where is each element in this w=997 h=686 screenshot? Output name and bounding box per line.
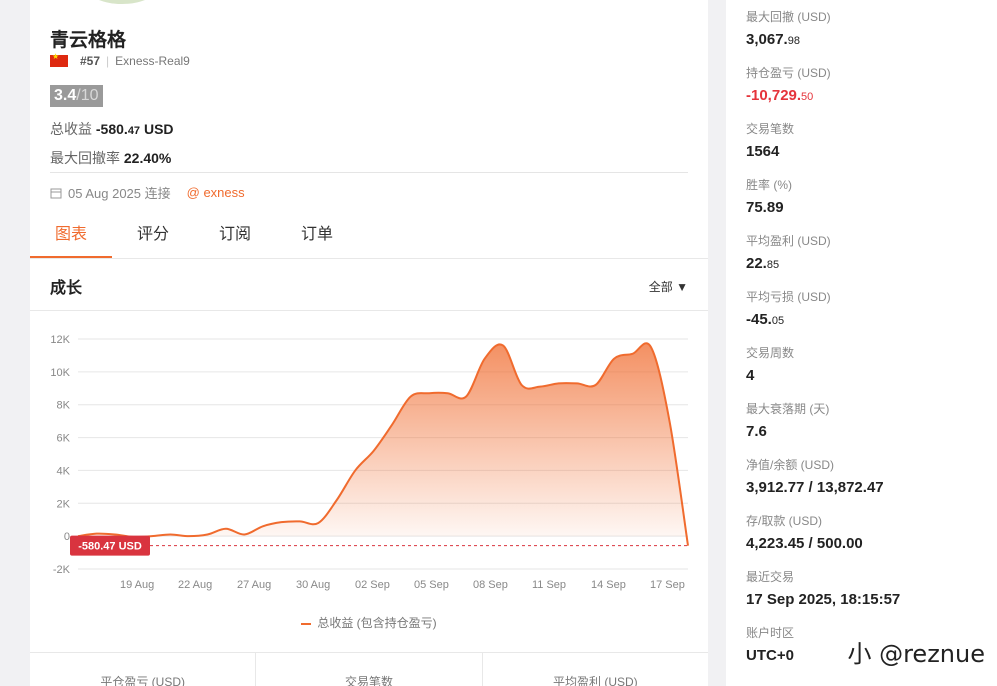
- y-tick-label: 12K: [50, 334, 70, 346]
- growth-area: [78, 343, 688, 546]
- trader-meta: #57 | Exness-Real9: [50, 52, 190, 68]
- x-tick-label: 17 Sep: [650, 579, 685, 591]
- calendar-icon: [50, 188, 62, 198]
- score-max: /10: [76, 87, 99, 104]
- metric-max-drawdown: 最大回撤 (USD) 3,067.98: [746, 10, 831, 48]
- score-value: 3.4: [54, 87, 77, 104]
- chart-legend[interactable]: 总收益 (包含持仓盈亏): [30, 614, 708, 631]
- max-drawdown-value: 22.40%: [123, 150, 172, 166]
- caret-down-icon: ▼: [676, 280, 688, 294]
- max-drawdown-line: 最大回撤率 22.40%: [50, 148, 171, 168]
- trader-name: 青云格格: [50, 30, 127, 51]
- metric-trade-count: 交易笔数 1564: [746, 122, 795, 160]
- metric-max-decline-period: 最大衰落期 (天) 7.6: [746, 402, 830, 440]
- connect-date: 05 Aug 2025 连接: [68, 186, 171, 201]
- legend-swatch: [301, 622, 312, 625]
- total-profit-line: 总收益 -580.47 USD: [50, 119, 174, 139]
- metric-last-trade: 最近交易 17 Sep 2025, 18:15:57: [746, 570, 901, 608]
- divider: [50, 172, 688, 173]
- y-tick-label: -2K: [53, 564, 71, 576]
- tab-rating[interactable]: 评分: [112, 214, 194, 258]
- metric-avg-profit: 平均盈利 (USD) 22.85: [746, 234, 831, 272]
- x-tick-label: 30 Aug: [296, 579, 330, 591]
- metric-win-rate: 胜率 (%) 75.89: [746, 178, 792, 216]
- rank-badge: #57: [80, 54, 101, 68]
- range-select[interactable]: 全部 ▼: [649, 278, 688, 295]
- bottom-stats: 平仓盈亏 (USD) 交易笔数 平均盈利 (USD): [30, 652, 708, 686]
- bottom-stat-avg-profit: 平均盈利 (USD): [552, 675, 638, 686]
- bottom-stat-closed-pl: 平仓盈亏 (USD): [30, 653, 257, 686]
- range-value: 全部: [648, 280, 673, 294]
- growth-chart-svg: 12K 10K 8K 6K 4K 2K 0 -2K -580.47 USD 19 Aug 22 Au…: [50, 334, 689, 591]
- tab-orders[interactable]: 订单: [276, 214, 358, 258]
- x-tick-label: 08 Sep: [473, 579, 508, 591]
- trader-profile-card: 青云格格 #57 | Exness-Real9 3.4/10 总收益 -580.…: [30, 0, 708, 686]
- x-tick-label: 11 Sep: [532, 579, 566, 591]
- total-profit-label: 总收益: [50, 121, 92, 137]
- legend-label: 总收益 (包含持仓盈亏): [317, 616, 437, 630]
- watermark: 小 @reznue: [847, 640, 985, 668]
- meta-separator: |: [106, 54, 110, 68]
- growth-chart: 12K 10K 8K 6K 4K 2K 0 -2K -580.47 USD 19 Aug 22 Au…: [30, 310, 708, 610]
- x-tick-label: 19 Aug: [120, 579, 154, 591]
- y-tick-label: 8K: [57, 400, 71, 412]
- connect-info: 05 Aug 2025 连接 @ exness: [50, 183, 245, 202]
- tab-subscribe[interactable]: 订阅: [194, 214, 276, 258]
- server-name: Exness-Real9: [115, 54, 190, 68]
- metrics-panel: 最大回撤 (USD) 3,067.98 持仓盈亏 (USD) -10,729.5…: [726, 0, 997, 686]
- y-tick-label: 0: [64, 531, 70, 543]
- x-tick-label: 02 Sep: [355, 579, 390, 591]
- tab-bar: 图表 评分 订阅 订单: [30, 214, 708, 259]
- current-value-label: -580.47 USD: [78, 541, 142, 553]
- metric-avg-loss: 平均亏损 (USD) -45.05: [746, 290, 831, 328]
- y-tick-label: 2K: [57, 498, 71, 510]
- china-flag-icon: [50, 52, 68, 67]
- metric-trade-weeks: 交易周数 4: [746, 346, 795, 384]
- x-tick-label: 14 Sep: [591, 579, 626, 591]
- x-tick-label: 05 Sep: [414, 579, 449, 591]
- y-tick-label: 4K: [57, 465, 71, 477]
- section-title: 成长: [50, 280, 83, 297]
- max-drawdown-label: 最大回撤率: [50, 150, 120, 166]
- metric-open-pl: 持仓盈亏 (USD) -10,729.50: [746, 66, 831, 104]
- total-profit-value: -580.47 USD: [95, 121, 174, 137]
- metric-equity-balance: 净值/余额 (USD) 3,912.77 / 13,872.47: [746, 458, 884, 496]
- metric-deposit-withdrawal: 存/取款 (USD) 4,223.45 / 500.00: [746, 514, 863, 552]
- avatar[interactable]: [82, 0, 162, 4]
- y-tick-label: 10K: [50, 367, 70, 379]
- score-badge: 3.4/10: [50, 85, 103, 107]
- broker-link[interactable]: @ exness: [187, 185, 245, 200]
- bottom-stat-trades: 交易笔数: [256, 653, 483, 686]
- x-tick-label: 22 Aug: [178, 579, 212, 591]
- tab-chart[interactable]: 图表: [30, 214, 113, 258]
- x-tick-label: 27 Aug: [237, 579, 271, 591]
- metric-timezone: 账户时区 UTC+0: [746, 626, 795, 664]
- y-tick-label: 6K: [57, 433, 71, 445]
